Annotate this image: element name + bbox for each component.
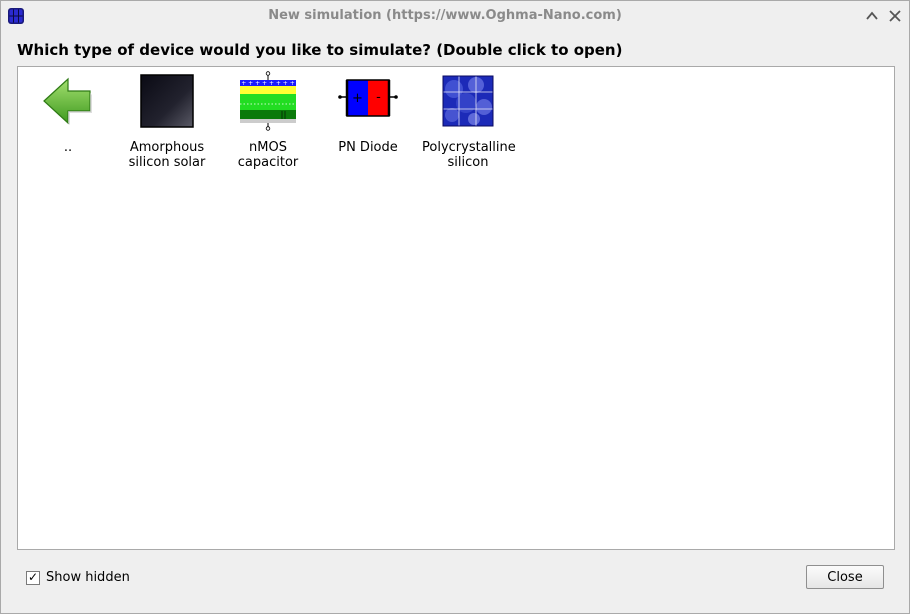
device-item-label: PN Diode	[338, 140, 398, 155]
checkbox-box[interactable]: ✓	[26, 569, 40, 585]
amorphous-silicon-icon	[137, 71, 197, 131]
device-item-label: Polycrystalline silicon	[422, 140, 516, 170]
close-button[interactable]: Close	[806, 565, 884, 589]
svg-text:+ + + + + + + +: + + + + + + + +	[241, 80, 295, 87]
polycrystalline-silicon-icon	[438, 71, 498, 131]
svg-text:+: +	[352, 91, 363, 106]
maximize-button[interactable]	[864, 8, 880, 24]
pn-diode-icon: + -	[338, 71, 398, 131]
nmos-capacitor-icon: + + + + + + + +	[238, 71, 298, 131]
device-item-nmos-capacitor[interactable]: + + + + + + + + nMOS capacitor	[220, 71, 316, 170]
back-arrow-icon	[38, 71, 98, 131]
device-item-label: ..	[63, 140, 73, 155]
show-hidden-label: Show hidden	[46, 570, 130, 585]
close-icon	[889, 10, 901, 22]
title-bar: New simulation (https://www.Oghma-Nano.c…	[1, 1, 909, 31]
dialog-window: New simulation (https://www.Oghma-Nano.c…	[0, 0, 910, 614]
chevron-up-icon	[866, 11, 878, 20]
device-list-panel[interactable]: .. Amorphous silicon solar cell	[17, 66, 895, 550]
close-window-button[interactable]	[887, 8, 903, 24]
svg-text:-: -	[376, 90, 381, 105]
window-title: New simulation (https://www.Oghma-Nano.c…	[268, 8, 622, 23]
check-icon: ✓	[27, 569, 39, 584]
device-item-pn-diode[interactable]: + - PN Diode	[320, 71, 416, 170]
device-item-back[interactable]: ..	[20, 71, 116, 170]
show-hidden-checkbox[interactable]: ✓ Show hidden	[26, 570, 130, 585]
device-item-label: Amorphous silicon solar cell	[128, 140, 206, 170]
device-item-amorphous-silicon[interactable]: Amorphous silicon solar cell	[119, 71, 215, 170]
page-heading: Which type of device would you like to s…	[17, 41, 623, 59]
device-item-label: nMOS capacitor	[237, 140, 299, 170]
device-item-polycrystalline-silicon[interactable]: Polycrystalline silicon	[420, 71, 516, 170]
